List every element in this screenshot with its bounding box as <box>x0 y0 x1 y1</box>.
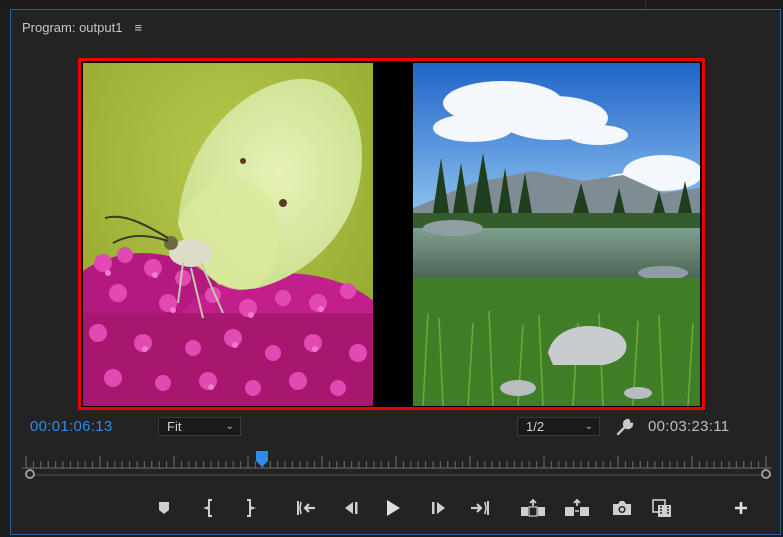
landscape-image <box>413 63 700 406</box>
add-marker-icon <box>159 502 169 514</box>
mark-in-button[interactable] <box>196 496 224 520</box>
panel-title: Program: output1 <box>22 20 123 35</box>
scrollbar-end-handle[interactable] <box>761 469 771 479</box>
step-forward-icon <box>432 502 445 514</box>
extract-icon <box>565 499 589 516</box>
add-button-icon <box>735 502 747 514</box>
window-top-strip <box>0 0 783 9</box>
step-forward-button[interactable] <box>425 496 453 520</box>
program-video-frame[interactable] <box>78 58 705 410</box>
lift-icon <box>521 499 545 517</box>
export-frame-icon <box>613 501 631 515</box>
go-to-out-icon <box>471 501 489 515</box>
add-button[interactable] <box>727 496 755 520</box>
zoom-value: Fit <box>167 419 182 434</box>
go-to-in-button[interactable] <box>292 496 320 520</box>
scrollbar-start-handle[interactable] <box>25 469 35 479</box>
mark-out-button[interactable] <box>235 496 263 520</box>
go-to-in-icon <box>297 501 315 515</box>
step-back-icon <box>345 502 358 514</box>
zoom-scrollbar[interactable] <box>24 469 777 481</box>
playhead-handle[interactable] <box>255 450 269 468</box>
chevron-down-icon: ⌄ <box>584 421 593 432</box>
transport-controls <box>11 496 783 536</box>
time-ruler[interactable] <box>22 454 772 470</box>
resolution-dropdown[interactable]: 1/2 ⌄ <box>517 417 600 436</box>
current-timecode[interactable]: 00:01:06:13 <box>30 418 113 435</box>
panel-divider <box>645 0 646 9</box>
play-icon <box>387 500 400 516</box>
zoom-dropdown[interactable]: Fit ⌄ <box>158 417 241 436</box>
export-frame-button[interactable] <box>608 496 636 520</box>
butterfly-image <box>83 63 373 406</box>
lift-button[interactable] <box>519 496 547 520</box>
settings-wrench-icon[interactable] <box>615 417 635 437</box>
mark-out-icon <box>247 499 256 517</box>
play-button[interactable] <box>379 496 407 520</box>
resolution-value: 1/2 <box>526 419 545 434</box>
comparison-view-icon <box>652 499 671 517</box>
program-monitor-panel: Program: output1 ≡ 00:01:06:13 Fit ⌄ 1/2… <box>10 9 781 535</box>
chevron-down-icon: ⌄ <box>225 421 234 432</box>
go-to-out-button[interactable] <box>466 496 494 520</box>
extract-button[interactable] <box>563 496 591 520</box>
duration-timecode: 00:03:23:11 <box>648 418 730 435</box>
step-back-button[interactable] <box>336 496 364 520</box>
panel-tab[interactable]: Program: output1 ≡ <box>22 20 142 36</box>
scrollbar-track <box>32 474 765 476</box>
mark-in-icon <box>203 499 212 517</box>
add-marker-button[interactable] <box>150 496 178 520</box>
comparison-view-button[interactable] <box>649 496 677 520</box>
panel-menu-icon[interactable]: ≡ <box>134 20 142 35</box>
